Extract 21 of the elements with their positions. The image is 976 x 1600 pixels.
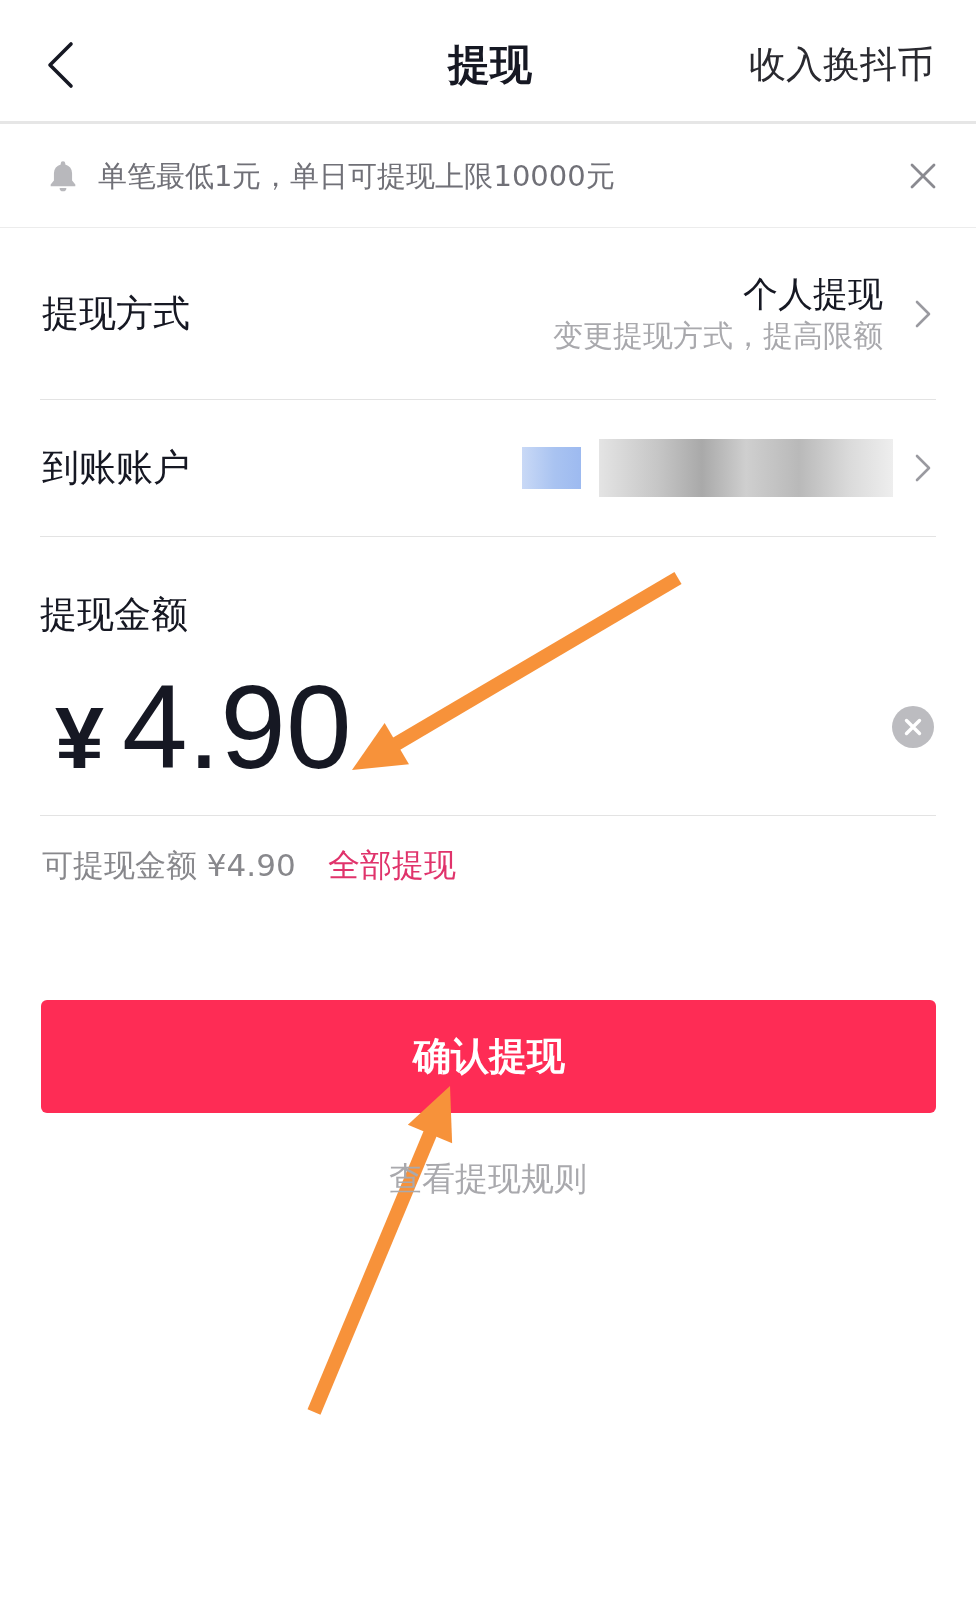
chevron-right-icon (915, 299, 931, 328)
close-icon[interactable] (910, 162, 936, 189)
back-icon[interactable] (46, 40, 74, 89)
pixelated-logo-placeholder (522, 447, 581, 489)
settings-row[interactable]: 提现方式 个人提现 变更提现方式，提高限额 (40, 228, 936, 400)
method-value: 个人提现 (743, 272, 883, 316)
settings-row[interactable]: 到账账户 (40, 400, 936, 537)
row-label: 到账账户 (42, 445, 190, 491)
notice-text: 单笔最低1元，单日可提现上限10000元 (98, 157, 615, 195)
amount-label: 提现金额 (40, 592, 189, 638)
amount-value: 4.90 (121, 667, 352, 786)
method-hint: 变更提现方式，提高限额 (553, 316, 883, 355)
available-balance: 可提现金额 ¥4.90 (42, 846, 296, 885)
confirm-button[interactable]: 确认提现 (41, 1000, 936, 1113)
page-title: 提现 (448, 38, 532, 91)
withdraw-all-link[interactable]: 全部提现 (327, 845, 456, 885)
clear-icon[interactable] (892, 705, 934, 748)
row-label: 提现方式 (42, 290, 190, 337)
currency-symbol: ¥ (55, 693, 104, 782)
chevron-right-icon (915, 454, 931, 482)
header-action-link[interactable]: 收入换抖币 (749, 40, 934, 89)
